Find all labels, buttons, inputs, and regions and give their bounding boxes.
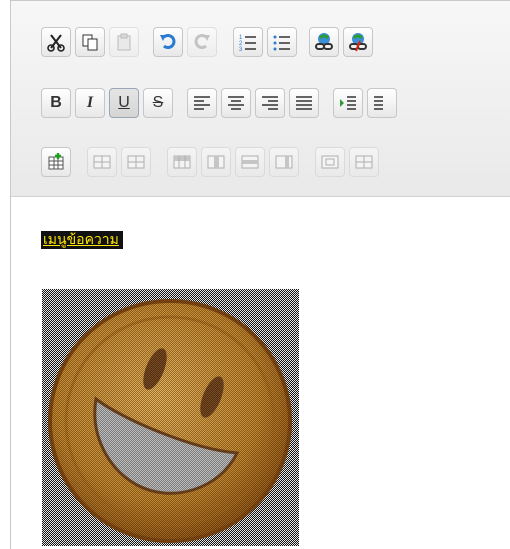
- laughing-smiley-icon: [42, 289, 299, 546]
- copy-icon: [82, 34, 98, 51]
- unlink-button[interactable]: [343, 27, 373, 57]
- insert-table-button[interactable]: [41, 147, 71, 177]
- align-center-button[interactable]: [221, 88, 251, 118]
- column-icon: [207, 155, 225, 169]
- bold-button[interactable]: B: [41, 88, 71, 118]
- delete-col-button[interactable]: [269, 147, 299, 177]
- indent-icon: [340, 96, 356, 110]
- ordered-list-icon: 123: [239, 35, 256, 52]
- justify-button[interactable]: [289, 88, 319, 118]
- align-left-button[interactable]: [187, 88, 217, 118]
- italic-button[interactable]: I: [75, 88, 105, 118]
- cell-props-icon: [321, 155, 339, 169]
- redo-icon: [194, 34, 210, 49]
- table-add-icon: [48, 153, 64, 170]
- column-delete-icon: [275, 155, 293, 169]
- indent-button[interactable]: [333, 88, 363, 118]
- scissors-icon: [47, 34, 65, 52]
- merge-cells-icon: [93, 155, 111, 169]
- align-left-icon: [194, 96, 210, 110]
- cell-props-button[interactable]: [315, 147, 345, 177]
- laughing-smiley-image[interactable]: [42, 289, 299, 546]
- underline-button[interactable]: U: [109, 88, 139, 118]
- align-center-icon: [228, 96, 244, 110]
- justify-icon: [296, 96, 312, 110]
- link-button[interactable]: [309, 27, 339, 57]
- undo-button[interactable]: [153, 27, 183, 57]
- cut-button[interactable]: [41, 27, 71, 57]
- paste-button[interactable]: [109, 27, 139, 57]
- strikethrough-button[interactable]: S: [143, 88, 173, 118]
- split-cells-button[interactable]: [121, 147, 151, 177]
- redo-button[interactable]: [187, 27, 217, 57]
- copy-button[interactable]: [75, 27, 105, 57]
- row-props-button[interactable]: [349, 147, 379, 177]
- svg-text:3: 3: [239, 47, 243, 52]
- split-cells-icon: [127, 155, 145, 169]
- insert-row-before-button[interactable]: [167, 147, 197, 177]
- row-props-icon: [355, 155, 373, 169]
- delete-row-button[interactable]: [235, 147, 265, 177]
- align-right-icon: [262, 96, 278, 110]
- row-delete-icon: [241, 155, 259, 169]
- undo-icon: [160, 34, 176, 49]
- editor-toolbar: 123 B I U S: [11, 1, 510, 197]
- unlink-icon: [349, 33, 367, 52]
- outdent-button[interactable]: [367, 88, 397, 118]
- merge-cells-button[interactable]: [87, 147, 117, 177]
- outdent-icon: [374, 96, 383, 110]
- rich-text-editor: 123 B I U S เมนูข้อความ: [10, 0, 510, 549]
- unordered-list-icon: [273, 35, 290, 51]
- highlighted-menu-text[interactable]: เมนูข้อความ: [41, 231, 123, 249]
- paste-icon: [117, 33, 131, 51]
- insert-col-button[interactable]: [201, 147, 231, 177]
- unordered-list-button[interactable]: [267, 27, 297, 57]
- align-right-button[interactable]: [255, 88, 285, 118]
- link-icon: [315, 33, 333, 50]
- ordered-list-button[interactable]: 123: [233, 27, 263, 57]
- editor-content-area[interactable]: เมนูข้อความ: [11, 197, 510, 549]
- row-before-icon: [173, 155, 191, 169]
